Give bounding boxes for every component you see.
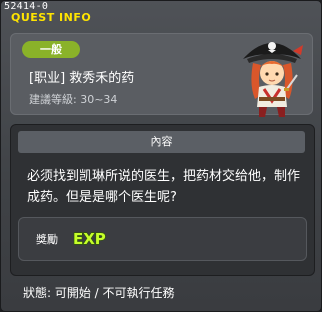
window-title: QUEST INFO	[11, 11, 92, 24]
content-header: 內容	[18, 131, 305, 153]
quest-description: 必须找到凯琳所说的医生，把药材交给他，制作成药。但是是哪个医生呢?	[27, 169, 301, 205]
quest-status: 狀態: 可開始 / 不可執行任務	[23, 286, 175, 300]
quest-header-card: 一般 [职业] 救秀禾的药 建議等級: 30~34	[10, 33, 313, 117]
quest-name: [职业] 救秀禾的药	[29, 71, 135, 86]
recommended-level: 建議等級: 30~34	[29, 93, 118, 106]
exp-icon-text: EXP	[73, 230, 106, 248]
reward-label: 獎勵	[36, 233, 58, 246]
reward-box: 獎勵 EXP	[18, 217, 307, 261]
exp-icon: EXP	[72, 229, 106, 248]
content-panel: 內容 必须找到凯琳所说的医生，把药材交给他，制作成药。但是是哪个医生呢? 獎勵 …	[10, 124, 315, 276]
npc-portrait-icon	[243, 42, 303, 117]
quest-type-badge: 一般	[22, 41, 80, 58]
quest-info-window: 52414-0 QUEST INFO 一般 [职业] 救秀禾的药 建議等級: 3…	[0, 0, 322, 312]
